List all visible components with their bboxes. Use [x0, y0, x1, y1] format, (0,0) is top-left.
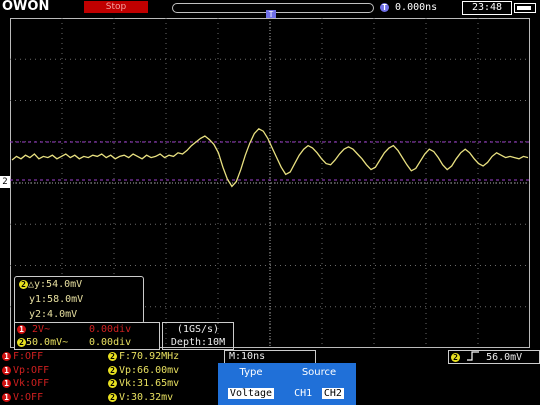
- brand-logo: OWON: [2, 0, 50, 14]
- cursor-delta: △y:54.0mV: [28, 279, 83, 290]
- measurement-value: V:30.32mv: [119, 391, 174, 403]
- measurement-item: 1 V:OFF: [2, 391, 102, 405]
- measurement-channel-badge: 2: [108, 392, 117, 402]
- measurement-item: 2 Vk:31.65mv: [108, 377, 218, 391]
- measurement-value: F:70.92MHz: [119, 351, 180, 362]
- measurement-channel-badge: 1: [2, 365, 11, 375]
- measurement-item: 1 Vk:OFF: [2, 377, 102, 391]
- measurement-channel-badge: 2: [108, 365, 117, 375]
- rising-edge-icon: [467, 351, 480, 361]
- measurement-value: Vk:OFF: [13, 378, 50, 389]
- measurement-channel-badge: 2: [108, 379, 117, 388]
- trigger-position-icon: T: [380, 3, 389, 12]
- ch2-offset: 0.00div: [89, 337, 132, 348]
- ch1-badge: 1: [17, 325, 26, 334]
- trigger-level: 56.0mV: [486, 352, 523, 363]
- cursor-y2: y2:4.0mV: [29, 309, 78, 320]
- cursor-channel-badge: 2: [19, 280, 28, 289]
- measurement-value: Vk:31.65mv: [119, 378, 180, 389]
- measurement-item: 2 F:70.92MHz: [108, 350, 218, 364]
- clock: 23:48: [462, 1, 512, 15]
- ch2-scale: 50.0mV~: [26, 337, 69, 348]
- measurement-item: 1 Vp:OFF: [2, 364, 102, 378]
- source-ch2[interactable]: CH2: [321, 388, 344, 399]
- ch1-offset: 0.00div: [89, 324, 132, 335]
- ch1-measurements: 1 F:OFF 1 Vp:OFF 1 Vk:OFF 1 V:OFF: [2, 350, 102, 405]
- trigger-source-badge: 2: [451, 353, 460, 362]
- measurement-channel-badge: 1: [2, 379, 11, 388]
- measurement-item: 2 Vp:66.00mv: [108, 364, 218, 378]
- ch2-badge: 2: [17, 338, 26, 347]
- source-menu-item[interactable]: Source CH1 CH2: [284, 367, 354, 403]
- battery-icon: [514, 3, 536, 13]
- measurement-value: F:OFF: [13, 351, 44, 362]
- cursor-y1: y1:58.0mV: [29, 294, 84, 305]
- ch2-settings[interactable]: 2 50.0mV~ 0.00div: [15, 336, 159, 349]
- measure-menu: Type Voltage Source CH1 CH2: [218, 363, 356, 405]
- type-menu-item[interactable]: Type Voltage: [222, 367, 280, 403]
- measurement-item: 1 F:OFF: [2, 350, 102, 364]
- measurement-value: Vp:OFF: [13, 364, 50, 376]
- source-label: Source: [301, 367, 337, 378]
- measurement-item: 2 V:30.32mv: [108, 391, 218, 405]
- measurement-value: Vp:66.00mv: [119, 364, 180, 376]
- type-value: Voltage: [227, 388, 275, 399]
- timebase-value: M:10ns: [229, 351, 266, 362]
- measurement-channel-badge: 2: [108, 352, 117, 361]
- record-depth: Depth:10M: [170, 337, 226, 348]
- channel-settings: 1 2V~ 0.00div 2 50.0mV~ 0.00div: [14, 322, 160, 350]
- ch1-settings[interactable]: 1 2V~ 0.00div: [15, 323, 159, 336]
- sample-rate: (1GS/s): [176, 324, 220, 335]
- ch1-scale: 2V~: [32, 324, 51, 335]
- measurement-channel-badge: 1: [2, 392, 11, 402]
- run-stop-status[interactable]: Stop: [84, 1, 148, 13]
- ch2-measurements: 2 F:70.92MHz 2 Vp:66.00mv 2 Vk:31.65mv 2 V:30.3…: [108, 350, 218, 405]
- type-label: Type: [239, 367, 263, 378]
- time-position: T 0.000ns: [380, 1, 460, 14]
- measurement-channel-badge: 1: [2, 352, 11, 361]
- trigger-info[interactable]: 2 56.0mV: [448, 350, 540, 364]
- time-position-value: 0.000ns: [395, 2, 438, 13]
- timebase[interactable]: M:10ns: [224, 350, 316, 364]
- measurement-value: V:OFF: [13, 391, 44, 403]
- source-ch1[interactable]: CH1: [294, 388, 312, 399]
- ch2-ground-marker: 2: [0, 176, 10, 188]
- acquisition-info: (1GS/s) Depth:10M: [162, 322, 234, 350]
- cursor-readout: 2 △y:54.0mV y1:58.0mV y2:4.0mV: [14, 276, 144, 324]
